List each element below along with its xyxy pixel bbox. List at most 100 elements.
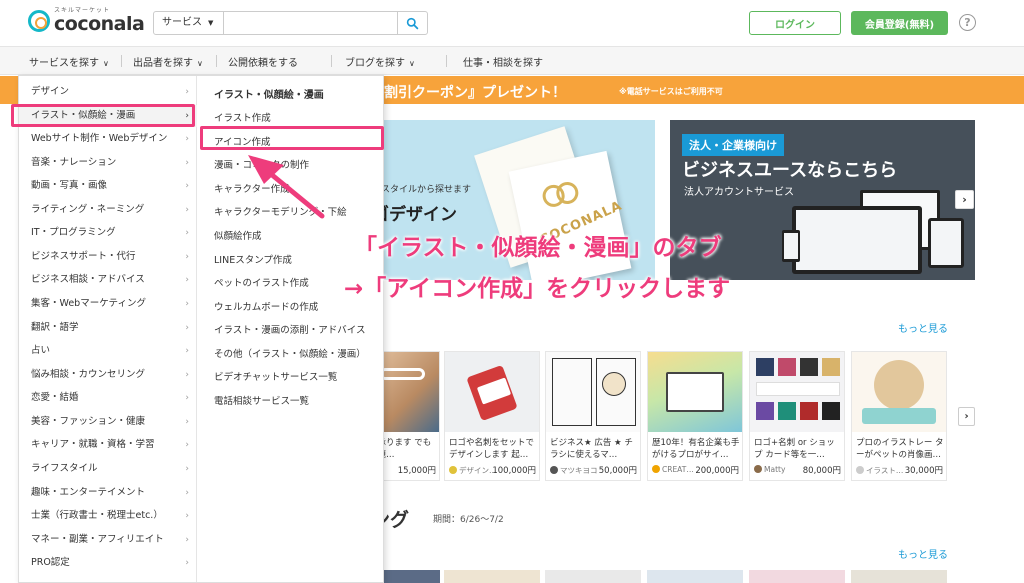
sub-review-advice[interactable]: イラスト・漫画の添削・アドバイス [214,322,366,336]
chevron-right-icon: › [185,87,189,97]
category-music[interactable]: 音楽・ナレーション › [19,152,197,174]
register-button[interactable]: 会員登録(無料) [851,11,948,35]
service-thumbnail [852,352,946,432]
chevron-right-icon: › [185,558,189,568]
service-title: ビジネス★ 広告 ★ チ ラシに使えるマ… [550,438,633,460]
subcategory-heading[interactable]: イラスト・似顔絵・漫画 [214,86,324,101]
coupon-note: ※電話サービスはご利用不可 [619,87,723,96]
chevron-right-icon: › [185,228,189,238]
ranking-thumbnails [370,570,980,583]
ranking-thumbnail[interactable] [851,570,947,583]
service-thumbnail [445,352,539,432]
ranking-thumbnail[interactable] [647,570,743,583]
search-icon [406,17,419,29]
category-pro[interactable]: PRO認定 › [19,552,197,574]
main-nav: サービスを探す ∨ 出品者を探す ∨ 公開依頼をする ブログを探す ∨ 仕事・相談を探… [0,46,1024,75]
category-counseling[interactable]: 悩み相談・カウンセリング › [19,364,197,386]
seller-avatar [754,465,762,473]
nav-find-jobs[interactable]: 仕事・相談を探す [463,54,543,69]
service-card[interactable]: ロゴや名刺をセットで デザインします 起… デザイン… 100,000円 [444,351,540,481]
service-price: 30,000円 [904,466,943,476]
login-button[interactable]: ログイン [749,11,841,35]
highlight-box-category [11,104,195,127]
category-career[interactable]: キャリア・就職・資格・学習 › [19,434,197,456]
tablet-image [928,218,964,268]
category-professional[interactable]: 士業（行政書士・税理士etc.） › [19,505,197,527]
nav-divider [446,55,447,67]
seller-name: CREAT… [652,465,694,474]
cards-next-button[interactable]: › [958,407,975,426]
nav-find-sellers[interactable]: 出品者を探す ∨ [133,54,203,69]
category-writing[interactable]: ライティング・ネーミング › [19,199,197,221]
category-hobby[interactable]: 趣味・エンターテイメント › [19,482,197,504]
seller-avatar [449,466,457,474]
category-beauty[interactable]: 美容・ファッション・健康 › [19,411,197,433]
category-fortune[interactable]: 占い › [19,340,197,362]
chevron-right-icon: › [185,393,189,403]
chevron-right-icon: › [185,370,189,380]
service-card[interactable]: ロゴ+名刺 or ショップ カード等を一… Matty 80,000円 [749,351,845,481]
more-link[interactable]: もっと見る [898,546,948,561]
nav-divider [216,55,217,67]
sub-other[interactable]: その他（イラスト・似顔絵・漫画） [214,346,366,360]
chevron-right-icon: › [185,417,189,427]
help-icon[interactable]: ? [959,14,976,31]
search-button[interactable] [397,12,427,34]
sub-portrait[interactable]: 似顔絵作成 [214,228,262,242]
chevron-right-icon: › [962,193,967,206]
carousel-next-button[interactable]: › [955,190,974,209]
category-money[interactable]: マネー・副業・アフィリエイト › [19,529,197,551]
banner-subtitle: ・スタイルから探せます [372,185,472,195]
seller-name: Matty [754,465,785,474]
chevron-right-icon: › [185,252,189,262]
sub-phone-consult[interactable]: 電話相談サービス一覧 [214,393,309,407]
nav-find-services[interactable]: サービスを探す ∨ [29,54,109,69]
service-card[interactable]: ビジネス★ 広告 ★ チ ラシに使えるマ… マツキヨコ 50,000円 [545,351,641,481]
sub-pet-illustration[interactable]: ペットのイラスト作成 [214,275,309,289]
chevron-right-icon: › [185,535,189,545]
nav-divider [331,55,332,67]
category-list: デザイン › イラスト・似顔絵・漫画 › Webサイト制作・Webデザイン › 音楽・… [19,76,197,582]
service-card[interactable]: プロのイラストレー ターがペットの肖像画… イラスト… 30,000円 [851,351,947,481]
coconala-logo[interactable]: スキルマーケット coconala [28,8,145,34]
sub-character[interactable]: キャラクター作成 [214,181,290,195]
more-link[interactable]: もっと見る [898,320,948,335]
service-title: ロゴや名刺をセットで デザインします 起… [449,438,535,460]
category-business-consult[interactable]: ビジネス相談・アドバイス › [19,269,197,291]
phone-image [782,230,800,262]
sub-illustration[interactable]: イラスト作成 [214,110,271,124]
ranking-period: 期間：6/26〜7/2 [433,515,504,525]
ranking-thumbnail[interactable] [444,570,540,583]
sub-line-stamp[interactable]: LINEスタンプ作成 [214,252,292,266]
category-lifestyle[interactable]: ライフスタイル › [19,458,197,480]
category-business-support[interactable]: ビジネスサポート・代行 › [19,246,197,268]
service-price: 15,000円 [397,466,436,476]
sub-video-chat[interactable]: ビデオチャットサービス一覧 [214,369,337,383]
category-translation[interactable]: 翻訳・語学 › [19,317,197,339]
category-design[interactable]: デザイン › [19,81,197,103]
category-video[interactable]: 動画・写真・画像 › [19,175,197,197]
nav-divider [121,55,122,67]
category-web[interactable]: Webサイト制作・Webデザイン › [19,128,197,150]
corporate-badge: 法人・企業様向け [682,134,784,156]
sub-welcome-board[interactable]: ウェルカムボードの作成 [214,299,318,313]
chevron-right-icon: › [185,158,189,168]
search-input[interactable] [224,12,397,34]
ranking-thumbnail[interactable] [749,570,845,583]
search-category-select[interactable]: サービス ▼ [154,12,224,34]
subcategory-list: イラスト・似顔絵・漫画 イラスト作成 アイコン作成 漫画・コミックの制作 キャラ… [198,76,384,582]
category-it[interactable]: IT・プログラミング › [19,222,197,244]
service-card[interactable]: 歴10年！有名企業も手 がけるプロがサイ… CREAT… 200,000円 [647,351,743,481]
ranking-thumbnail[interactable] [545,570,641,583]
laptop-image [792,206,922,274]
sub-manga[interactable]: 漫画・コミックの制作 [214,157,309,171]
sub-character-modeling[interactable]: キャラクターモデリング・下絵 [214,204,347,218]
nav-find-blogs[interactable]: ブログを探す ∨ [345,54,415,69]
chevron-right-icon: › [185,440,189,450]
category-marketing[interactable]: 集客・Webマーケティング › [19,293,197,315]
service-category-menu: デザイン › イラスト・似顔絵・漫画 › Webサイト制作・Webデザイン › 音楽・… [18,75,384,583]
chevron-right-icon: › [185,134,189,144]
nav-public-request[interactable]: 公開依頼をする [228,54,298,69]
category-love[interactable]: 恋愛・結婚 › [19,387,197,409]
instruction-line-2: →「アイコン作成」をクリックします [344,276,731,302]
